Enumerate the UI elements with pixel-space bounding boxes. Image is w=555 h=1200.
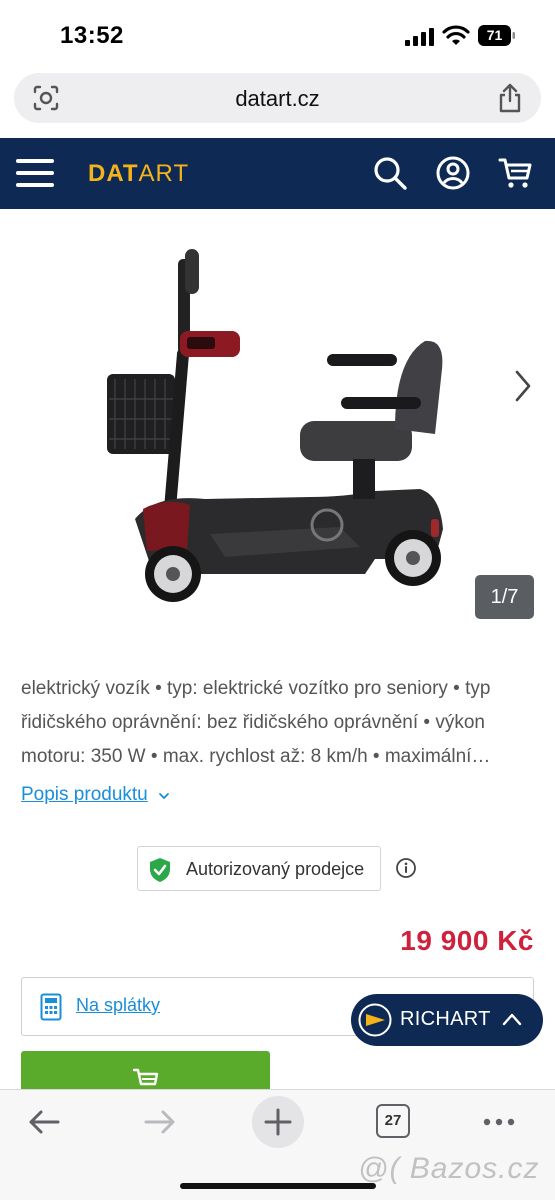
battery-icon: 71: [478, 25, 516, 46]
product-description-link[interactable]: Popis produktu: [21, 784, 148, 806]
status-bar: 13:52 71: [0, 0, 555, 70]
back-arrow-icon[interactable]: [26, 1104, 62, 1140]
product-image-mobility-scooter: [107, 249, 443, 602]
home-indicator: [180, 1183, 376, 1189]
more-icon[interactable]: [481, 1104, 517, 1140]
logo-part2: ART: [138, 160, 190, 187]
product-gallery[interactable]: 1/7: [0, 209, 555, 649]
tabs-button[interactable]: 27: [376, 1104, 410, 1138]
datart-logo[interactable]: DATART: [88, 160, 189, 190]
calculator-icon: [40, 993, 62, 1021]
address-bar[interactable]: datart.cz: [14, 73, 541, 123]
new-tab-button[interactable]: [252, 1096, 304, 1148]
chevron-down-icon[interactable]: [157, 789, 171, 803]
url-text: datart.cz: [235, 86, 320, 111]
menu-icon[interactable]: [16, 157, 56, 189]
authorized-seller-badge: Autorizovaný prodejce: [137, 846, 381, 891]
product-short-description: elektrický vozík • typ: elektrické vozít…: [21, 678, 491, 767]
chat-assistant-button[interactable]: RICHART: [351, 994, 543, 1046]
wifi-icon: [442, 25, 470, 45]
cellular-signal-icon: [405, 28, 434, 46]
status-time: 13:52: [60, 22, 124, 49]
product-price: 19 900 Kč: [400, 925, 534, 956]
share-icon[interactable]: [497, 83, 523, 113]
site-header: DATART: [0, 138, 555, 209]
logo-part1: DAT: [88, 160, 139, 187]
chat-assistant-name: RICHART: [400, 1008, 491, 1030]
authorized-seller-label: Autorizovaný prodejce: [186, 859, 365, 879]
bazos-watermark: @( Bazos.cz: [358, 1152, 540, 1185]
verified-shield-icon: [150, 858, 170, 882]
chevron-right-icon[interactable]: [512, 369, 534, 403]
richart-avatar-icon: [358, 1003, 392, 1037]
info-icon[interactable]: [395, 857, 417, 879]
forward-arrow-icon[interactable]: [142, 1104, 178, 1140]
plus-icon: [264, 1108, 292, 1136]
search-icon[interactable]: [372, 155, 408, 191]
installments-link[interactable]: Na splátky: [76, 995, 160, 1016]
user-account-icon[interactable]: [435, 155, 471, 191]
image-counter: 1/7: [475, 575, 534, 619]
chevron-up-icon: [502, 1013, 522, 1026]
cart-icon[interactable]: [498, 155, 534, 191]
battery-level: 71: [486, 27, 503, 43]
